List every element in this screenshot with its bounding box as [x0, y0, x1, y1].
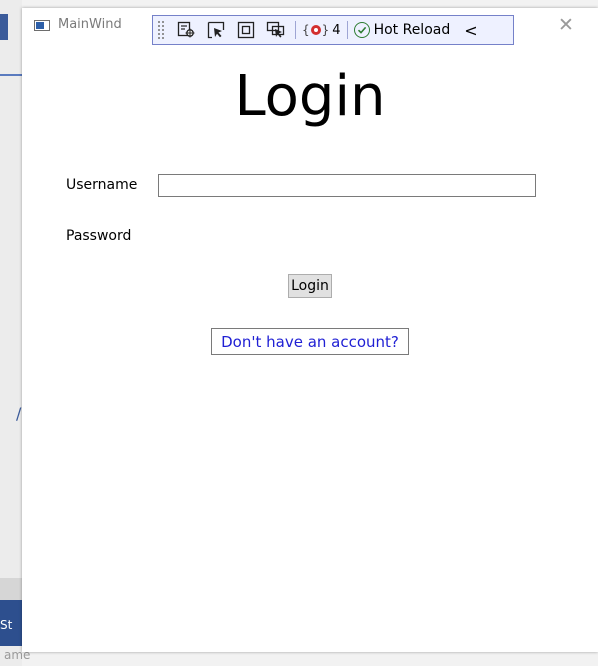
password-label: Password: [66, 228, 132, 244]
background-gray-band: [0, 578, 22, 600]
main-window: MainWind ✕ {} 4 Hot Reload < Login User…: [22, 8, 598, 652]
hot-reload-label: Hot Reload: [373, 22, 451, 38]
toolbar-separator: [295, 21, 296, 39]
hot-reload-status[interactable]: Hot Reload: [353, 22, 451, 38]
check-circle-icon: [353, 22, 370, 38]
username-label: Username: [66, 177, 138, 193]
page-title: Login: [234, 64, 386, 129]
display-layout-adorners-icon-glyph: [237, 21, 255, 39]
track-focused-element-icon-glyph: [266, 21, 285, 38]
background-ide-strip: / St: [0, 0, 22, 666]
track-focused-element-icon[interactable]: [265, 19, 287, 41]
error-count: 4: [332, 22, 341, 38]
login-button[interactable]: Login: [288, 274, 332, 298]
select-element-icon-glyph: [207, 21, 225, 39]
select-element-icon[interactable]: [205, 19, 227, 41]
app-window-icon: [34, 20, 50, 31]
xaml-dev-toolbar: { } 4 Hot Reload <: [152, 15, 514, 45]
error-icon: [310, 25, 321, 35]
username-input[interactable]: [158, 174, 536, 197]
check-icon: [357, 26, 366, 34]
toolbar-separator: [346, 21, 348, 39]
collapse-toolbar-button[interactable]: <: [464, 21, 477, 40]
display-layout-adorners-icon[interactable]: [235, 19, 257, 41]
background-blue-block: [0, 14, 8, 40]
live-visual-tree-icon[interactable]: [175, 19, 197, 41]
window-title: MainWind: [58, 17, 122, 32]
toolbar-grip-handle[interactable]: [157, 20, 165, 40]
brace-close-glyph: }: [321, 23, 330, 37]
background-accent-line: [0, 74, 22, 76]
live-visual-tree-icon-glyph: [177, 21, 195, 38]
create-account-link[interactable]: Don't have an account?: [211, 328, 409, 355]
background-left-edge-text: St: [0, 618, 13, 632]
close-button[interactable]: ✕: [558, 14, 574, 36]
brace-open-glyph: {: [302, 23, 310, 37]
binding-errors-indicator[interactable]: { } 4: [302, 23, 341, 38]
background-glyph: /: [16, 404, 22, 423]
